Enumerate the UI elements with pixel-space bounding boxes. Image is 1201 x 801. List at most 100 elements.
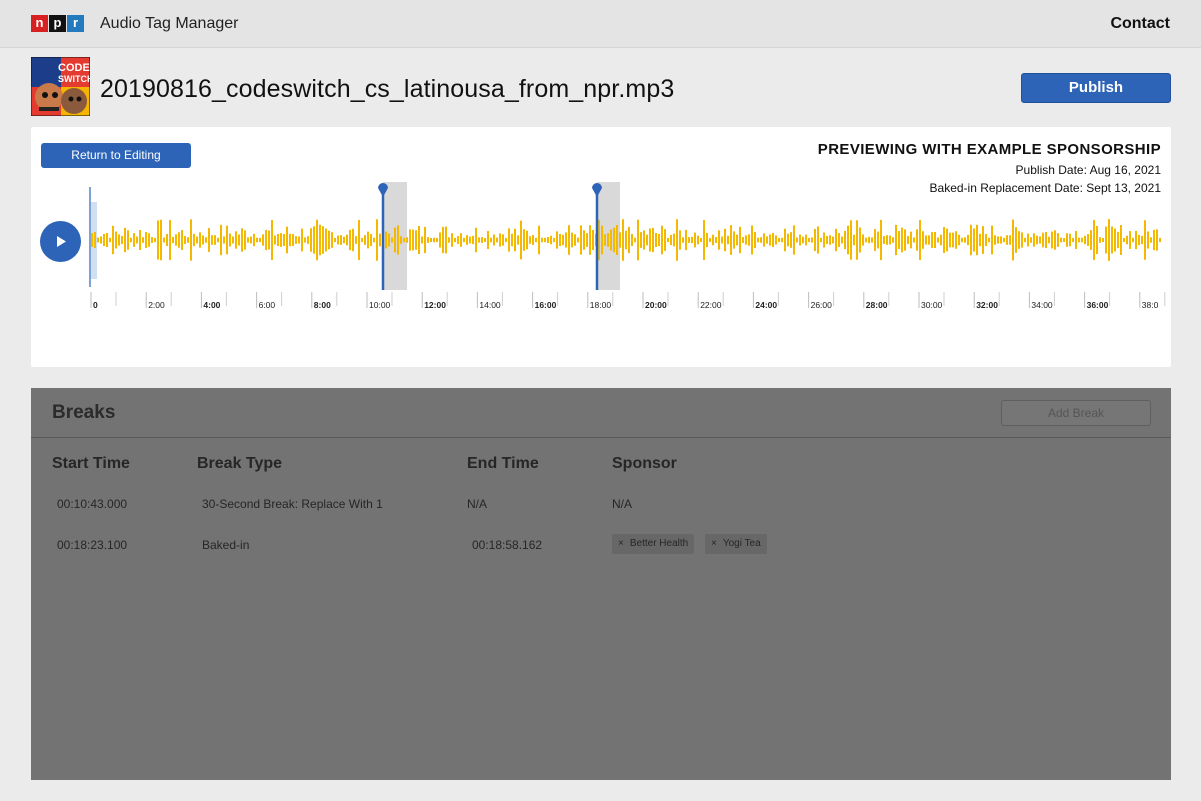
waveform-bar xyxy=(562,234,564,246)
waveform-bar xyxy=(244,230,246,250)
waveform-bar xyxy=(415,230,417,250)
waveform-bar xyxy=(709,237,711,243)
row-1-sponsor[interactable]: N/A xyxy=(612,497,632,511)
waveform-bar xyxy=(1030,237,1032,243)
waveform-bar xyxy=(889,235,891,245)
waveform-bar xyxy=(418,226,420,254)
waveform-bar xyxy=(1078,237,1080,243)
waveform-bar xyxy=(754,231,756,249)
waveform-bar xyxy=(676,219,678,261)
waveform-bar xyxy=(967,234,969,246)
sponsor-chip[interactable]: × Yogi Tea xyxy=(705,534,767,554)
waveform-bar xyxy=(235,231,237,249)
waveform-bar xyxy=(943,226,945,254)
waveform-bar xyxy=(451,233,453,247)
waveform-bar xyxy=(1081,237,1083,243)
npr-logo[interactable]: n p r xyxy=(31,15,84,32)
waveform-bar xyxy=(742,237,744,243)
waveform-bar xyxy=(130,237,132,243)
waveform-bar xyxy=(94,232,96,248)
waveform-bar xyxy=(961,237,963,243)
waveform-bar xyxy=(976,224,978,256)
waveform-bar xyxy=(940,234,942,246)
row-2-break-type[interactable]: Baked-in xyxy=(202,538,249,552)
waveform-bar xyxy=(802,236,804,244)
waveform-bar xyxy=(832,236,834,244)
timeline-label: 0 xyxy=(93,300,98,310)
waveform-bar xyxy=(127,230,129,250)
waveform-bar xyxy=(748,234,750,246)
waveform-bar xyxy=(1099,237,1101,243)
waveform-bar xyxy=(250,236,252,244)
waveform-bar xyxy=(199,232,201,248)
waveform-bar xyxy=(331,232,333,248)
waveform-bar xyxy=(1090,230,1092,250)
row-1-start-time[interactable]: 00:10:43.000 xyxy=(57,497,127,511)
waveform-bar xyxy=(223,236,225,244)
waveform-bar xyxy=(871,237,873,243)
sponsor-chip[interactable]: × Better Health xyxy=(612,534,695,554)
waveform-bar xyxy=(550,235,552,245)
top-bar: n p r Audio Tag Manager Contact xyxy=(0,0,1201,48)
waveform-bar xyxy=(829,235,831,245)
waveform-bar xyxy=(631,233,633,247)
waveform-bar xyxy=(640,232,642,248)
timeline-label: 36:00 xyxy=(1087,300,1109,310)
waveform-bar xyxy=(118,234,120,246)
waveform-bar xyxy=(193,233,195,247)
waveform-bar xyxy=(1021,232,1023,248)
waveform-bar xyxy=(535,237,537,243)
timeline-label: 14:00 xyxy=(479,300,501,310)
publish-button[interactable]: Publish xyxy=(1021,73,1171,103)
waveform-bar xyxy=(745,235,747,245)
timeline-label: 16:00 xyxy=(535,300,557,310)
waveform-bar xyxy=(511,233,513,247)
waveform-bar xyxy=(505,237,507,243)
row-2-start-time[interactable]: 00:18:23.100 xyxy=(57,538,127,552)
waveform-bar xyxy=(1018,231,1020,249)
waveform-bar xyxy=(166,233,168,247)
waveform-bar xyxy=(436,237,438,243)
waveform-bar xyxy=(712,234,714,246)
waveform[interactable]: 0 2:00 4:00 6:00 8:00 10:00 12:00 14:00 16:00 18:… xyxy=(31,127,1171,367)
play-button[interactable] xyxy=(40,221,81,262)
row-1-break-type[interactable]: 30-Second Break: Replace With 1 xyxy=(202,497,383,511)
waveform-bar xyxy=(1105,226,1107,254)
remove-chip-icon[interactable]: × xyxy=(711,538,717,549)
waveform-bar xyxy=(397,225,399,255)
row-2-end-time[interactable]: 00:18:58.162 xyxy=(472,538,542,552)
waveform-bar xyxy=(277,233,279,247)
add-break-button[interactable]: Add Break xyxy=(1001,400,1151,426)
waveform-bar xyxy=(241,228,243,252)
waveform-bar xyxy=(484,237,486,243)
row-1-end-time[interactable]: N/A xyxy=(467,497,487,511)
remove-chip-icon[interactable]: × xyxy=(618,538,624,549)
cover-text-code: CODE xyxy=(58,62,90,74)
waveform-bar xyxy=(970,224,972,256)
waveform-bar xyxy=(1072,237,1074,243)
waveform-bar xyxy=(565,232,567,248)
timeline-label: 20:00 xyxy=(645,300,667,310)
waveform-bar xyxy=(1096,225,1098,255)
waveform-bar xyxy=(865,237,867,243)
waveform-bar xyxy=(1045,231,1047,249)
contact-link[interactable]: Contact xyxy=(1110,15,1170,33)
waveform-bar xyxy=(937,237,939,243)
waveform-bar xyxy=(910,231,912,249)
waveform-bar xyxy=(529,236,531,244)
waveform-bar xyxy=(952,232,954,248)
waveform-bar xyxy=(1093,219,1095,261)
timeline-label: 34:00 xyxy=(1031,300,1053,310)
waveform-bar xyxy=(373,237,375,243)
waveform-bar xyxy=(367,231,369,249)
waveform-bar xyxy=(580,225,582,255)
waveform-bar xyxy=(619,232,621,248)
sponsor-chip-label: Better Health xyxy=(629,538,689,549)
cover-text-switch: SWITCH xyxy=(58,74,90,84)
waveform-bar xyxy=(814,228,816,252)
waveform-bar xyxy=(544,237,546,243)
waveform-bar xyxy=(163,237,165,243)
waveform-bar xyxy=(826,236,828,244)
waveform-bar xyxy=(178,232,180,248)
waveform-bar xyxy=(763,233,765,247)
